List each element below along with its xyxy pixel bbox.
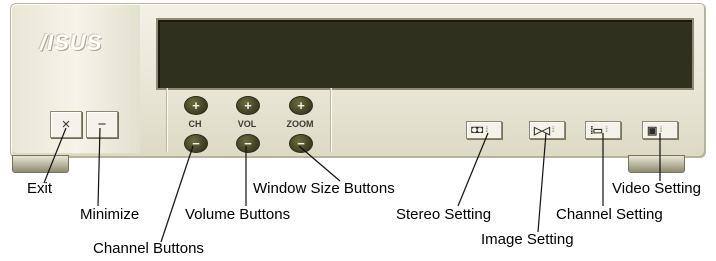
exit-label: Exit: [27, 180, 53, 197]
image-setting-label: Image Setting: [481, 231, 574, 248]
stereo-callout-line: [457, 132, 489, 207]
minimize-label: Minimize: [80, 206, 140, 223]
channel-setting-label: Channel Setting: [556, 206, 663, 223]
video-setting-label: Video Setting: [612, 180, 701, 197]
stereo-setting-label: Stereo Setting: [396, 206, 492, 223]
volume-buttons-label: Volume Buttons: [185, 206, 291, 223]
channel-buttons-label: Channel Buttons: [93, 240, 204, 257]
minimize-callout-line: [97, 127, 101, 207]
window-size-buttons-label: Window Size Buttons: [253, 180, 395, 197]
window-size-callout-line: [298, 145, 341, 182]
exit-callout-line: [43, 127, 67, 184]
channel-callout-line: [160, 145, 194, 243]
image-callout-line: [537, 132, 547, 233]
